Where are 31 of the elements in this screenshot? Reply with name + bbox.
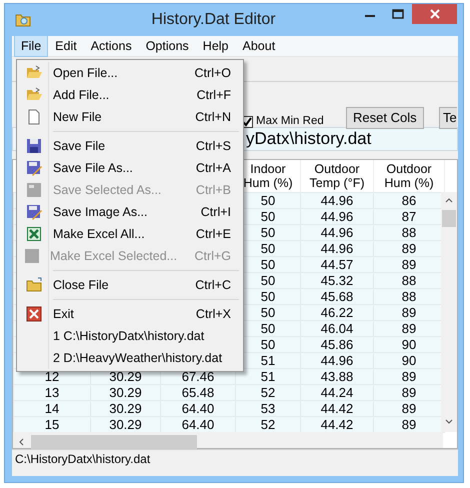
table-cell: 65.48 [160,384,236,400]
table-cell: 45.68 [300,288,374,304]
table-cell: 51 [236,368,300,384]
table-cell: 30.29 [90,416,160,432]
table-cell: 44.96 [300,224,374,240]
table-cell: 46.04 [300,320,374,336]
table-cell: 13 [14,384,90,400]
table-cell: 53 [236,400,300,416]
table-cell: 64.40 [160,400,236,416]
table-cell: 44.96 [300,352,374,368]
table-cell: 44.96 [300,208,374,224]
table-cell: 44.24 [300,384,374,400]
table-cell: 44.42 [300,400,374,416]
table-cell: 46.22 [300,304,374,320]
table-cell: 14 [14,400,90,416]
table-cell: 45.86 [300,336,374,352]
checkbox-label: Max Min Red [256,114,324,129]
window-title: History.Dat Editor [150,10,277,30]
table-cell: 44.57 [300,256,374,272]
table-cell: 52 [236,384,300,400]
table-cell: 44.96 [300,192,374,208]
status-bar: C:\HistoryDatx\history.dat [12,449,458,467]
table-cell: 43.88 [300,368,374,384]
table-cell: 44.96 [300,240,374,256]
table-cell: 44.42 [300,416,374,432]
table-cell: 52 [236,416,300,432]
table-cell: 15 [14,416,90,432]
table-cell: 64.40 [160,416,236,432]
table-cell: 45.32 [300,272,374,288]
table-cell: 30.29 [90,384,160,400]
table-cell: 30.29 [90,400,160,416]
